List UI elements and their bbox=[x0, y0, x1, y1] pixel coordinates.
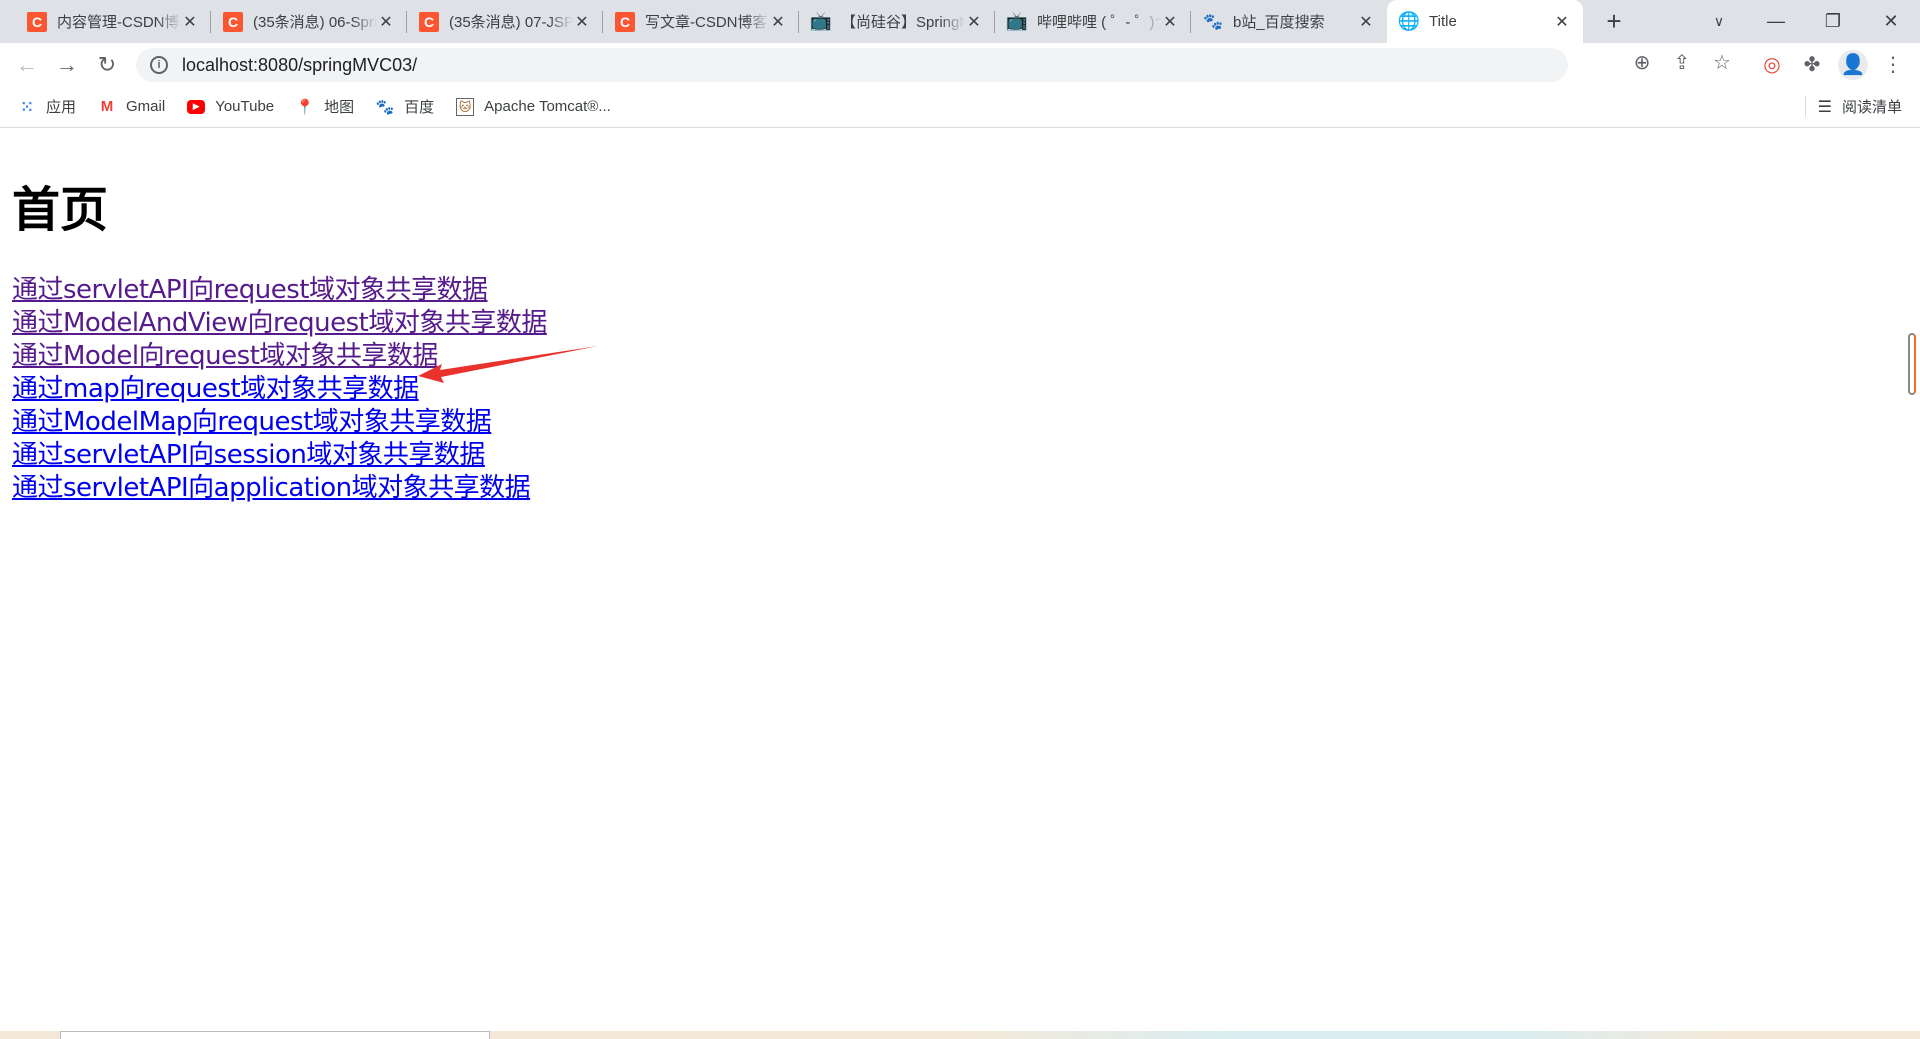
close-tab-icon[interactable]: ✕ bbox=[1161, 12, 1179, 32]
chrome-extension-icon[interactable]: ◎ bbox=[1757, 50, 1787, 80]
back-button[interactable]: ← bbox=[13, 51, 41, 79]
close-tab-icon[interactable]: ✕ bbox=[965, 12, 983, 32]
bilibili-icon: 📺 bbox=[809, 11, 833, 31]
page-content: 首页 通过servletAPI向request域对象共享数据 通过ModelAn… bbox=[12, 128, 547, 505]
taskbar-strip bbox=[0, 1031, 1920, 1039]
link-servletapi-request[interactable]: 通过servletAPI向request域对象共享数据 bbox=[12, 274, 547, 307]
tab-search-chevron-icon[interactable]: ∨ bbox=[1704, 6, 1734, 36]
close-tab-icon[interactable]: ✕ bbox=[377, 12, 395, 32]
close-tab-icon[interactable]: ✕ bbox=[1357, 12, 1375, 32]
csdn-icon: C bbox=[419, 11, 439, 32]
reading-list-icon: ☰ bbox=[1817, 98, 1832, 116]
tab-6[interactable]: 📺 哔哩哔哩 ( ゜- ゜)つ ✕ bbox=[995, 0, 1191, 43]
youtube-icon: ▶ bbox=[187, 99, 206, 114]
bookmark-star-icon[interactable]: ☆ bbox=[1708, 49, 1736, 77]
page-title: 首页 bbox=[12, 182, 109, 238]
bookmark-youtube[interactable]: ▶ YouTube bbox=[187, 98, 274, 115]
link-servletapi-session[interactable]: 通过servletAPI向session域对象共享数据 bbox=[12, 439, 547, 472]
baidu-icon: 🐾 bbox=[375, 98, 395, 116]
bilibili-icon: 📺 bbox=[1005, 11, 1029, 31]
tab-8-active[interactable]: 🌐 Title ✕ bbox=[1387, 0, 1583, 43]
globe-icon: 🌐 bbox=[1397, 11, 1421, 31]
close-tab-icon[interactable]: ✕ bbox=[769, 12, 787, 32]
link-model-request[interactable]: 通过Model向request域对象共享数据 bbox=[12, 340, 547, 373]
link-list: 通过servletAPI向request域对象共享数据 通过ModelAndVi… bbox=[12, 274, 547, 505]
menu-kebab-icon[interactable]: ⋮ bbox=[1878, 50, 1908, 80]
reload-button[interactable]: ↻ bbox=[93, 51, 121, 79]
bookmark-maps[interactable]: 📍 地图 bbox=[296, 96, 354, 117]
apps-grid-icon: ⁙ bbox=[20, 98, 34, 116]
restore-button[interactable]: ❐ bbox=[1818, 6, 1848, 36]
taskbar-search-box[interactable] bbox=[60, 1031, 490, 1039]
extensions-puzzle-icon[interactable]: ✤ bbox=[1797, 50, 1827, 80]
tab-5[interactable]: 📺【尚硅谷】SpringMVC✕ bbox=[799, 0, 995, 43]
share-icon[interactable]: ⇪ bbox=[1668, 49, 1696, 77]
profile-avatar-icon[interactable]: 👤 bbox=[1838, 50, 1868, 80]
csdn-icon: C bbox=[27, 11, 47, 32]
tab-3[interactable]: C (35条消息) 07-JSP ✕ bbox=[407, 0, 603, 43]
url-text[interactable]: localhost:8080/springMVC03/ bbox=[182, 55, 417, 76]
close-tab-icon[interactable]: ✕ bbox=[1553, 12, 1571, 32]
tab-2[interactable]: C(35条消息) 06-SpringMVC✕ bbox=[211, 0, 407, 43]
bookmark-baidu[interactable]: 🐾 百度 bbox=[376, 96, 434, 117]
close-tab-icon[interactable]: ✕ bbox=[573, 12, 591, 32]
tab-strip: C内容管理-CSDN博客✕ C(35条消息) 06-SpringMVC✕ C(3… bbox=[0, 0, 1920, 43]
close-tab-icon[interactable]: ✕ bbox=[181, 12, 199, 32]
csdn-icon: C bbox=[223, 11, 243, 32]
link-map-request[interactable]: 通过map向request域对象共享数据 bbox=[12, 373, 547, 406]
link-modelmap-request[interactable]: 通过ModelMap向request域对象共享数据 bbox=[12, 406, 547, 439]
bookmark-apps[interactable]: ⁙ 应用 bbox=[18, 96, 76, 117]
address-bar[interactable]: i localhost:8080/springMVC03/ bbox=[136, 48, 1568, 82]
reading-list-button[interactable]: ☰ 阅读清单 bbox=[1804, 96, 1902, 117]
minimize-button[interactable]: — bbox=[1761, 6, 1791, 36]
scrollbar-thumb[interactable] bbox=[1908, 333, 1916, 395]
csdn-icon: C bbox=[615, 11, 635, 32]
tomcat-icon: 🐱 bbox=[456, 97, 475, 116]
tab-1[interactable]: C 内容管理-CSDN博客 ✕ bbox=[15, 0, 211, 43]
link-modelandview-request[interactable]: 通过ModelAndView向request域对象共享数据 bbox=[12, 307, 547, 340]
gmail-icon: M bbox=[100, 98, 114, 115]
bookmarks-bar: ⁙ 应用 M Gmail ▶ YouTube 📍 地图 🐾 百度 🐱 Apache Tomc… bbox=[0, 86, 1920, 128]
bookmark-gmail[interactable]: M Gmail bbox=[98, 98, 165, 116]
baidu-icon: 🐾 bbox=[1203, 13, 1223, 31]
site-info-icon[interactable]: i bbox=[150, 56, 168, 74]
maps-icon: 📍 bbox=[295, 98, 315, 116]
zoom-icon[interactable]: ⊕ bbox=[1628, 49, 1656, 77]
forward-button[interactable]: → bbox=[53, 51, 81, 79]
bookmark-tomcat[interactable]: 🐱 Apache Tomcat®... bbox=[456, 97, 611, 116]
new-tab-button[interactable]: + bbox=[1600, 8, 1628, 36]
browser-toolbar: ← → ↻ i localhost:8080/springMVC03/ ⊕ ⇪ … bbox=[0, 43, 1920, 86]
close-window-button[interactable]: ✕ bbox=[1876, 6, 1906, 36]
tab-4[interactable]: C 写文章-CSDN博客 ✕ bbox=[603, 0, 799, 43]
tab-7[interactable]: 🐾 b站_百度搜索 ✕ bbox=[1191, 0, 1387, 43]
link-servletapi-application[interactable]: 通过servletAPI向application域对象共享数据 bbox=[12, 472, 547, 505]
